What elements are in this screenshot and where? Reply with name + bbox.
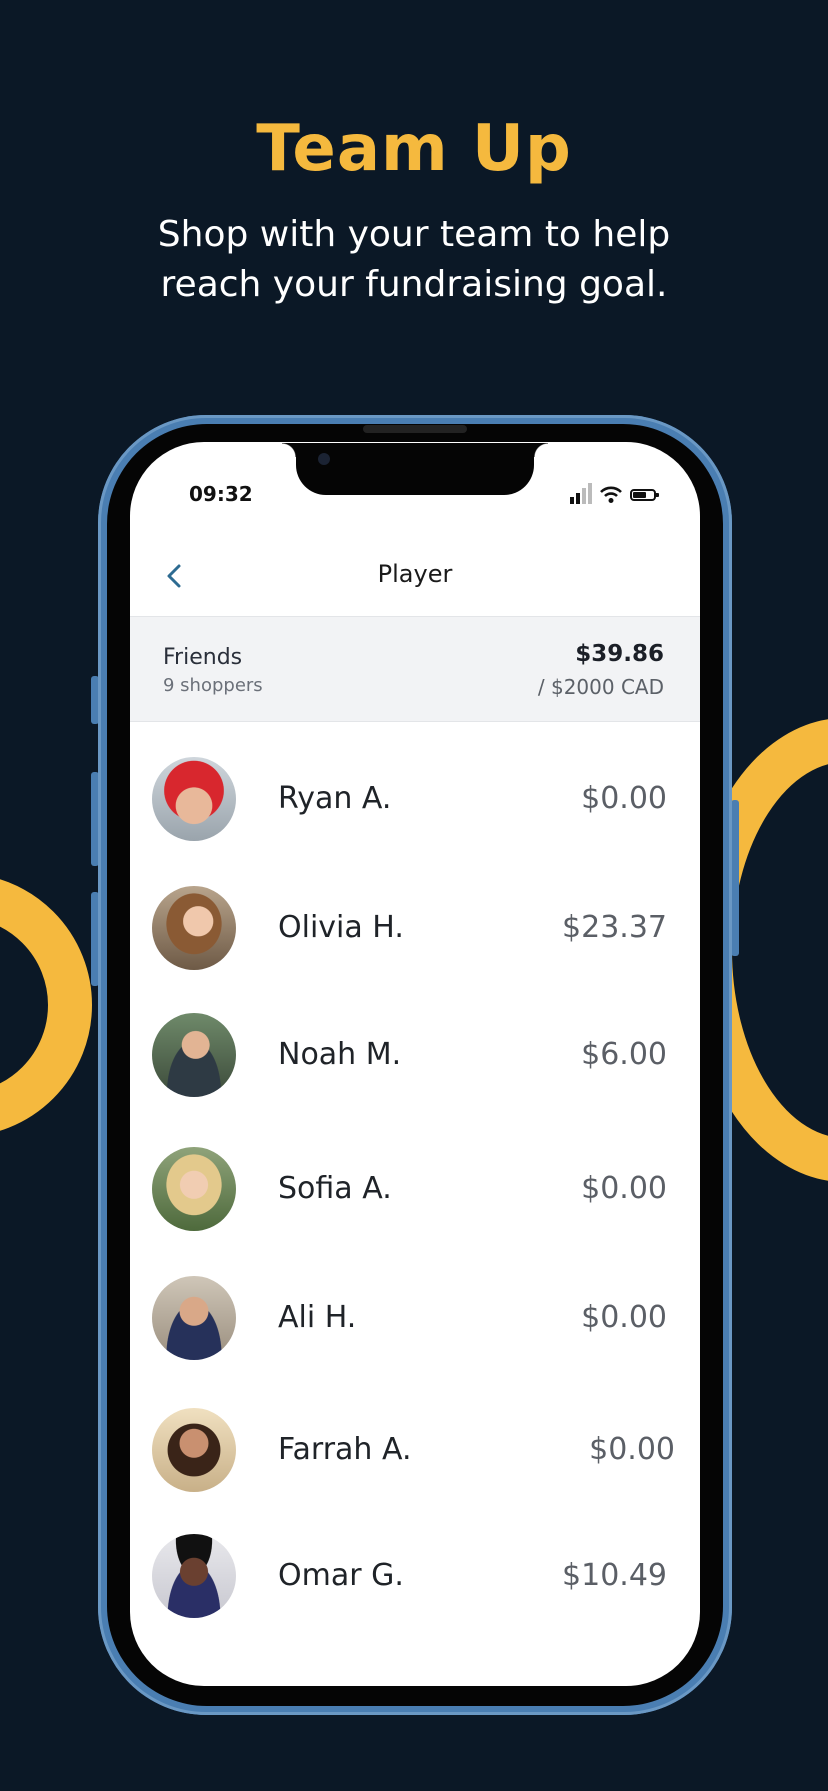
phone-camera	[318, 453, 330, 465]
status-icons	[570, 478, 659, 504]
player-amount: $0.00	[581, 1171, 667, 1206]
team-name: Friends	[163, 645, 243, 670]
player-row[interactable]: Noah M. $6.00	[130, 1005, 700, 1105]
wifi-icon	[600, 486, 622, 503]
page-title: Player	[377, 560, 453, 588]
nav-bar: Player	[130, 536, 700, 616]
player-row[interactable]: Omar G. $10.49	[130, 1526, 700, 1626]
team-shopper-count: 9 shoppers	[163, 675, 263, 696]
player-amount: $6.00	[581, 1037, 667, 1072]
player-name: Noah M.	[278, 1037, 402, 1072]
player-amount: $0.00	[581, 781, 667, 816]
player-row[interactable]: Olivia H. $23.37	[130, 878, 700, 978]
status-time: 09:32	[189, 482, 253, 506]
player-name: Olivia H.	[278, 910, 404, 945]
player-name: Omar G.	[278, 1558, 404, 1593]
player-amount: $23.37	[562, 910, 667, 945]
player-amount: $0.00	[581, 1300, 667, 1335]
player-row[interactable]: Farrah A. $0.00	[130, 1400, 700, 1500]
player-name: Sofia A.	[278, 1171, 392, 1206]
player-name: Farrah A.	[278, 1432, 412, 1467]
phone-speaker	[363, 425, 467, 433]
player-amount: $10.49	[562, 1558, 667, 1593]
promo-subline-line-2: reach your fundraising goal.	[160, 264, 668, 305]
player-amount: $0.00	[589, 1432, 675, 1467]
phone-screen: 09:32 Player Friends 9 shoppers $39.86 /…	[130, 442, 700, 1686]
avatar	[152, 1534, 236, 1618]
promo-subline: Shop with your team to help reach your f…	[0, 210, 828, 310]
avatar	[152, 757, 236, 841]
player-row[interactable]: Ali H. $0.00	[130, 1268, 700, 1368]
player-row[interactable]: Sofia A. $0.00	[130, 1139, 700, 1239]
battery-icon	[630, 489, 659, 501]
team-goal-amount: / $2000 CAD	[537, 675, 664, 699]
avatar	[152, 1408, 236, 1492]
player-name: Ryan A.	[278, 781, 392, 816]
phone-notch	[282, 443, 548, 495]
player-row[interactable]: Ryan A. $0.00	[130, 749, 700, 849]
avatar	[152, 886, 236, 970]
promo-headline: Team Up	[256, 112, 572, 186]
avatar	[152, 1013, 236, 1097]
team-raised-amount: $39.86	[575, 641, 664, 667]
avatar	[152, 1147, 236, 1231]
player-name: Ali H.	[278, 1300, 357, 1335]
promo-subline-line-1: Shop with your team to help	[157, 214, 671, 255]
team-summary: Friends 9 shoppers $39.86 / $2000 CAD	[130, 616, 700, 722]
phone-power-button	[731, 800, 739, 956]
avatar	[152, 1276, 236, 1360]
cellular-signal-icon	[570, 482, 592, 504]
